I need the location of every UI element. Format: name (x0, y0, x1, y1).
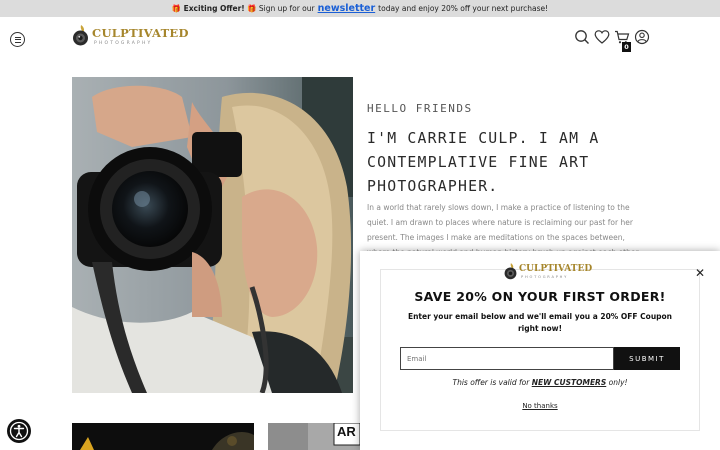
greeting: HELLO FRIENDS (367, 102, 473, 115)
hero-headline: I'M CARRIE CULP. I AM A CONTEMPLATIVE FI… (367, 130, 600, 195)
site-header: CULPTIVATED PHOTOGRAPHY 0 (0, 17, 720, 65)
gift-icon: 🎁 (171, 4, 182, 13)
site-logo[interactable]: CULPTIVATED PHOTOGRAPHY (71, 23, 188, 49)
announcement-text-before: Sign up for our (258, 4, 315, 13)
heart-icon[interactable] (594, 29, 610, 45)
account-icon[interactable] (634, 29, 650, 45)
thumbnail-photo (72, 423, 254, 450)
gallery-thumbnail[interactable]: AR (268, 423, 360, 450)
logo-mark-icon (504, 263, 517, 280)
thumbnail-badge: AR (337, 424, 356, 439)
offer-note-after: only! (608, 378, 628, 387)
logo-mark-icon (73, 25, 88, 46)
discount-popup: CULPTIVATED PHOTOGRAPHY ✕ SAVE 20% ON YO… (360, 251, 720, 450)
hero-intro: HELLO FRIENDS I'M CARRIE CULP. I AM A CO… (367, 102, 647, 199)
gift-icon: 🎁 (247, 4, 257, 13)
offer-note: This offer is valid for NEW CUSTOMERS on… (360, 378, 720, 387)
search-icon[interactable] (574, 29, 590, 45)
logo-title: CULPTIVATED (92, 26, 189, 40)
gallery-thumbnail[interactable] (72, 423, 254, 450)
no-thanks-link[interactable]: No thanks (360, 402, 720, 410)
offer-note-emphasis: NEW CUSTOMERS (531, 378, 607, 387)
popup-logo-subtitle: PHOTOGRAPHY (521, 275, 569, 279)
email-field[interactable] (400, 347, 614, 370)
announcement-text-after: today and enjoy 20% off your next purcha… (378, 4, 549, 13)
hero-body: In a world that rarely slows down, I mak… (367, 203, 640, 252)
newsletter-link[interactable]: newsletter (318, 3, 376, 14)
popup-title: SAVE 20% ON YOUR FIRST ORDER! (414, 289, 666, 304)
popup-logo: CULPTIVATED PHOTOGRAPHY (503, 261, 592, 283)
popup-logo-title: CULPTIVATED (519, 264, 593, 274)
offer-note-before: This offer is valid for (452, 378, 530, 387)
hero-photo (72, 77, 353, 393)
close-icon[interactable]: ✕ (694, 267, 706, 279)
cart-count-badge: 0 (622, 42, 631, 52)
announcement-bar: 🎁 Exciting Offer! 🎁 Sign up for our newsl… (0, 0, 720, 17)
menu-icon[interactable] (10, 32, 25, 47)
logo-subtitle: PHOTOGRAPHY (94, 41, 153, 46)
popup-subtitle: Enter your email below and we'll email y… (407, 312, 673, 333)
submit-button[interactable]: SUBMIT (614, 347, 680, 370)
accessibility-icon (9, 421, 29, 441)
accessibility-button[interactable] (7, 419, 31, 443)
announcement-offer: Exciting Offer! (183, 4, 245, 13)
